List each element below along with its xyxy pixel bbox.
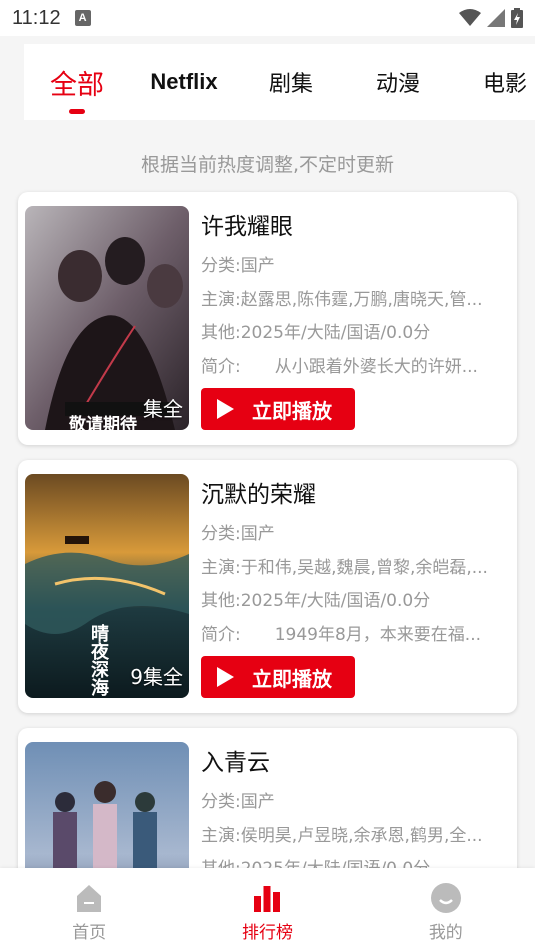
item-category: 分类:国产 [201,256,275,276]
episode-count: 集全 [143,397,183,421]
poster-caption: 敬请期待 [69,415,137,430]
nav-profile[interactable]: 我的 [357,868,535,952]
item-cast: 主演:于和伟,吴越,魏晨,曾黎,余皑磊,... [201,557,488,578]
item-cast: 主演:侯明昊,卢昱晓,余承恩,鹤男,全... [201,825,483,846]
tab-label: 电影 [482,72,527,97]
status-time: 11:12 [12,6,61,29]
ranking-bar-icon [251,882,283,914]
poster-caption: 晴夜深海 [88,624,109,696]
profile-smile-icon [430,882,462,914]
item-cast: 主演:赵露思,陈伟霆,万鹏,唐晓天,管... [201,289,483,310]
tab-series[interactable]: 剧集 [238,44,344,120]
play-icon [217,399,234,419]
wifi-icon [459,9,481,26]
item-info: 许我耀眼 分类:国产 主演:赵露思,陈伟霆,万鹏,唐晓天,管... 其他:202… [201,210,511,384]
notification-a-icon: A [74,10,91,26]
battery-icon [511,8,523,28]
nav-label: 排行榜 [241,923,293,943]
item-title[interactable]: 许我耀眼 [201,210,511,244]
item-intro: 简介: 从小跟着外婆长大的许妍... [201,356,478,377]
tab-all[interactable]: 全部 [24,44,130,120]
play-now-button[interactable]: 立即播放 [201,656,355,698]
tab-label: Netflix [150,69,218,94]
tab-label: 动漫 [375,72,420,97]
poster-image[interactable]: 敬请期待 集全 [25,206,189,430]
nav-ranking[interactable]: 排行榜 [178,868,356,952]
item-title[interactable]: 入青云 [201,746,511,780]
signal-icon [487,9,505,27]
play-now-button[interactable]: 立即播放 [201,388,355,430]
tab-anime[interactable]: 动漫 [344,44,452,120]
item-category: 分类:国产 [201,792,275,812]
play-label: 立即播放 [252,666,332,691]
item-title[interactable]: 沉默的荣耀 [201,478,511,512]
tab-active-indicator [69,109,85,114]
list-item[interactable]: 晴夜深海 9集全 沉默的荣耀 分类:国产 主演:于和伟,吴越,魏晨,曾黎,余皑磊… [18,460,517,713]
tab-label: 剧集 [268,72,313,97]
nav-home[interactable]: 首页 [0,868,178,952]
status-bar: 11:12 A [0,0,535,36]
tab-movie[interactable]: 电影 [452,44,535,120]
item-category: 分类:国产 [201,524,275,544]
item-intro: 简介: 1949年8月，本来要在福... [201,624,482,645]
item-other: 其他:2025年/大陆/国语/0.0分 [201,323,431,343]
item-info: 沉默的荣耀 分类:国产 主演:于和伟,吴越,魏晨,曾黎,余皑磊,... 其他:2… [201,478,511,652]
tab-label: 全部 [50,69,104,101]
home-icon [73,882,105,914]
play-icon [217,667,234,687]
category-tabs: 全部 Netflix 剧集 动漫 电影 [24,44,535,120]
nav-label: 首页 [72,923,107,943]
play-label: 立即播放 [252,398,332,423]
poster-image[interactable]: 晴夜深海 9集全 [25,474,189,698]
list-item[interactable]: 敬请期待 集全 许我耀眼 分类:国产 主演:赵露思,陈伟霆,万鹏,唐晓天,管..… [18,192,517,445]
tab-netflix[interactable]: Netflix [130,44,238,120]
item-info: 入青云 分类:国产 主演:侯明昊,卢昱晓,余承恩,鹤男,全... 其他:2025… [201,746,511,887]
status-icons [459,8,523,28]
episode-count: 9集全 [130,665,183,689]
nav-label: 我的 [428,923,463,943]
item-other: 其他:2025年/大陆/国语/0.0分 [201,591,431,611]
ranking-hint: 根据当前热度调整,不定时更新 [140,154,395,176]
bottom-nav: 首页 排行榜 我的 [0,868,535,952]
